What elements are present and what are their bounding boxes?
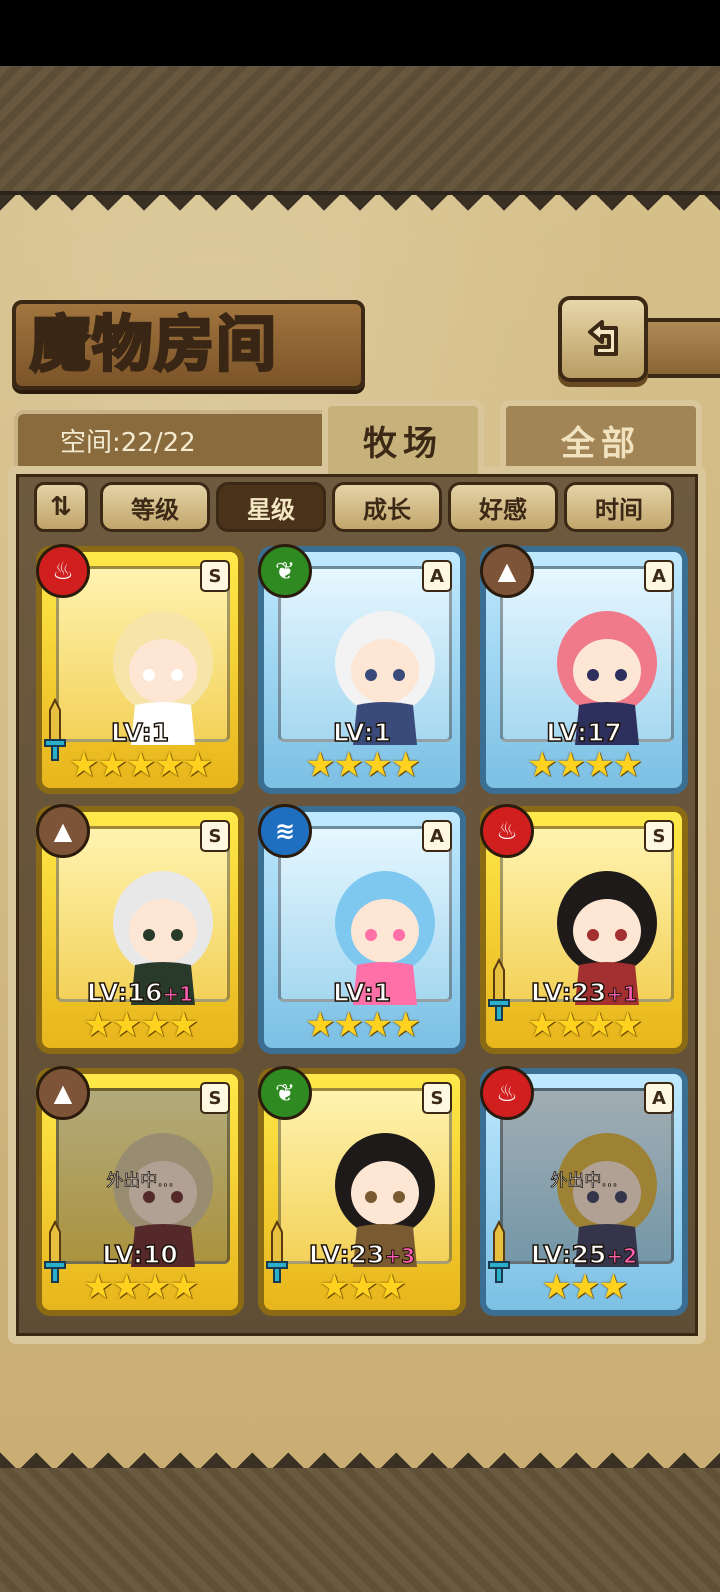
monster-card[interactable]: S ▲ 外出中... LV:10 ★★★★ (36, 1066, 244, 1316)
star-rating: ★★★★ (305, 745, 421, 785)
monster-card[interactable]: S ▲ LV:16+1 ★★★★ (36, 804, 244, 1054)
earth-icon: ▲ (480, 544, 534, 598)
monster-portrait (56, 566, 230, 745)
back-button[interactable] (558, 296, 648, 382)
star-rating: ★★★ (541, 1267, 628, 1307)
star-rating: ★★★★ (527, 745, 643, 785)
monster-portrait (500, 566, 674, 745)
fire-icon: ♨ (480, 804, 534, 858)
back-arrow-icon (588, 320, 618, 356)
level-label: LV:23+3 (264, 1239, 460, 1270)
level-value: LV:1 (332, 717, 392, 748)
level-label: LV:1 (264, 977, 460, 1008)
monster-portrait (500, 826, 674, 1005)
star-rating: ★★★★ (527, 1005, 643, 1045)
star-rating: ★★★★★ (68, 745, 213, 785)
earth-icon: ▲ (36, 804, 90, 858)
map-background-top (0, 66, 720, 191)
sort-by-affection-button[interactable]: 好感 (448, 482, 558, 532)
level-value: LV:23 (530, 977, 607, 1008)
away-status: 外出中... (106, 1171, 174, 1192)
rank-badge: S (422, 1082, 452, 1114)
status-bar (0, 0, 720, 66)
monster-portrait (56, 826, 230, 1005)
level-label: LV:25+2 (486, 1239, 682, 1270)
water-icon: ≋ (258, 804, 312, 858)
earth-icon: ▲ (36, 1066, 90, 1120)
rank-badge: S (200, 820, 230, 852)
monster-portrait (278, 566, 452, 745)
level-label: LV:1 (42, 717, 238, 748)
tab-ranch[interactable]: 牧场 (322, 400, 484, 474)
away-status: 外出中... (550, 1171, 618, 1192)
level-value: LV:23 (308, 1239, 385, 1270)
monster-card[interactable]: S ❦ LV:23+3 ★★★ (258, 1066, 466, 1316)
rank-badge: A (422, 820, 452, 852)
monster-portrait (278, 1088, 452, 1267)
storage-count: 空间:22/22 (60, 428, 196, 458)
level-label: LV:1 (264, 717, 460, 748)
level-value: LV:17 (545, 717, 622, 748)
monster-card[interactable]: A ▲ LV:17 ★★★★ (480, 544, 688, 794)
fire-icon: ♨ (480, 1066, 534, 1120)
page-title: 魔物房间 (29, 309, 278, 382)
star-rating: ★★★★ (305, 1005, 421, 1045)
level-value: LV:1 (332, 977, 392, 1008)
monster-card[interactable]: A ≋ LV:1 ★★★★ (258, 804, 466, 1054)
monster-card[interactable]: A ♨ 外出中... LV:25+2 ★★★ (480, 1066, 688, 1316)
sort-by-growth-button[interactable]: 成长 (332, 482, 442, 532)
sort-by-star-button[interactable]: 星级 (216, 482, 326, 532)
level-bonus: +1 (162, 982, 194, 1007)
sort-by-level-button[interactable]: 等级 (100, 482, 210, 532)
level-value: LV:1 (110, 717, 170, 748)
level-value: LV:10 (101, 1239, 178, 1270)
level-label: LV:10 (42, 1239, 238, 1270)
fire-icon: ♨ (36, 544, 90, 598)
star-rating: ★★★★ (83, 1267, 199, 1307)
rank-badge: S (644, 820, 674, 852)
rank-badge: A (644, 560, 674, 592)
leaf-icon: ❦ (258, 1066, 312, 1120)
level-value: LV:16 (86, 977, 163, 1008)
torn-edge-bottom (0, 1442, 720, 1468)
tab-ranch-label: 牧场 (363, 423, 443, 464)
rank-badge: S (200, 560, 230, 592)
tab-all-label: 全部 (561, 423, 641, 464)
level-value: LV:25 (530, 1239, 607, 1270)
rank-badge: S (200, 1082, 230, 1114)
leaf-icon: ❦ (258, 544, 312, 598)
star-rating: ★★★ (319, 1267, 406, 1307)
rank-badge: A (422, 560, 452, 592)
level-bonus: +1 (606, 982, 638, 1007)
back-rail (640, 318, 720, 378)
level-label: LV:16+1 (42, 977, 238, 1008)
tab-all[interactable]: 全部 (500, 400, 702, 474)
rank-badge: A (644, 1082, 674, 1114)
monster-card[interactable]: S ♨ LV:23+1 ★★★★ (480, 804, 688, 1054)
level-bonus: +2 (606, 1244, 638, 1269)
level-label: LV:23+1 (486, 977, 682, 1008)
monster-card[interactable]: A ❦ LV:1 ★★★★ (258, 544, 466, 794)
sort-by-time-button[interactable]: 时间 (564, 482, 674, 532)
level-bonus: +3 (384, 1244, 416, 1269)
level-label: LV:17 (486, 717, 682, 748)
torn-edge-top (0, 195, 720, 221)
monster-portrait (278, 826, 452, 1005)
star-rating: ★★★★ (83, 1005, 199, 1045)
map-background-bottom (0, 1468, 720, 1592)
sort-order-toggle[interactable]: ⇅ (34, 482, 88, 532)
monster-card[interactable]: S ♨ LV:1 ★★★★★ (36, 544, 244, 794)
